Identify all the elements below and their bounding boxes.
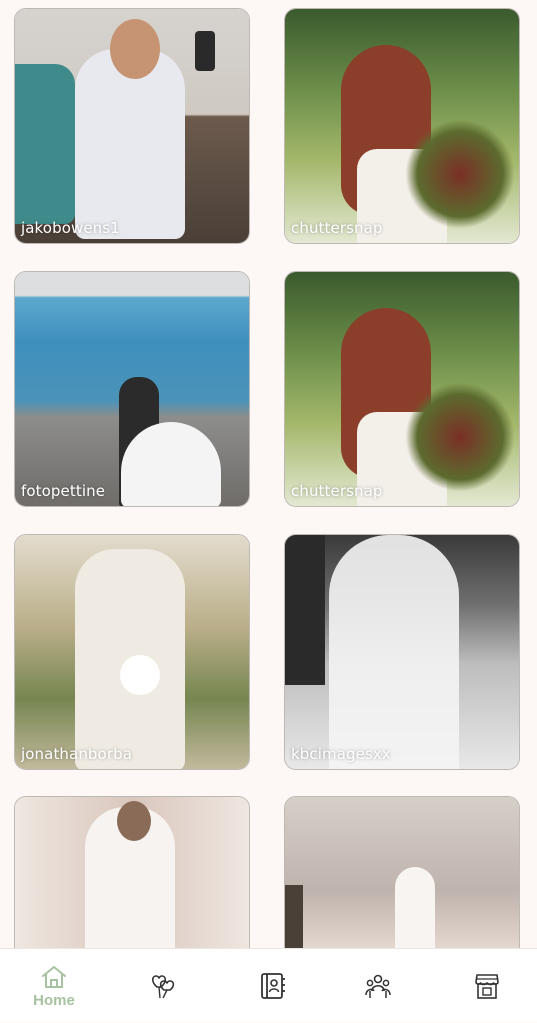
- photo-credit: chuttersnap: [291, 482, 383, 500]
- photo-credit: kbcimagesxx: [291, 745, 391, 763]
- photo-credit: jakobowens1: [21, 219, 120, 237]
- photo-image: [285, 535, 519, 769]
- group-icon: [365, 974, 391, 998]
- photo-card[interactable]: [284, 796, 520, 948]
- tab-vendors[interactable]: [452, 949, 522, 1023]
- photo-image: [15, 797, 249, 948]
- photo-image: [15, 272, 249, 506]
- photo-image: [15, 535, 249, 769]
- photo-credit: fotopettine: [21, 482, 106, 500]
- storefront-icon: [475, 974, 499, 999]
- tab-contacts[interactable]: [237, 949, 307, 1023]
- photo-image: [285, 272, 519, 506]
- photo-image: [15, 9, 249, 243]
- hearts-balloon-icon: [151, 975, 175, 999]
- photo-card[interactable]: [14, 796, 250, 948]
- tab-home-label: Home: [33, 991, 75, 1009]
- photo-card[interactable]: kbcimagesxx: [284, 534, 520, 770]
- home-icon: [42, 965, 66, 988]
- bottom-tab-bar: Home: [0, 948, 537, 1022]
- contact-book-icon: [261, 973, 285, 999]
- tab-favorites[interactable]: [127, 949, 197, 1023]
- photo-image: [285, 9, 519, 243]
- photo-card[interactable]: jakobowens1: [14, 8, 250, 244]
- photo-card[interactable]: fotopettine: [14, 271, 250, 507]
- photo-grid: jakobowens1 chuttersnap fotopettine chut…: [0, 0, 537, 948]
- tab-home[interactable]: Home: [19, 949, 89, 1023]
- photo-credit: chuttersnap: [291, 219, 383, 237]
- photo-card[interactable]: chuttersnap: [284, 271, 520, 507]
- photo-card[interactable]: chuttersnap: [284, 8, 520, 244]
- photo-credit: jonathanborba: [21, 745, 133, 763]
- photo-image: [285, 797, 519, 948]
- photo-card[interactable]: jonathanborba: [14, 534, 250, 770]
- tab-guests[interactable]: [343, 949, 413, 1023]
